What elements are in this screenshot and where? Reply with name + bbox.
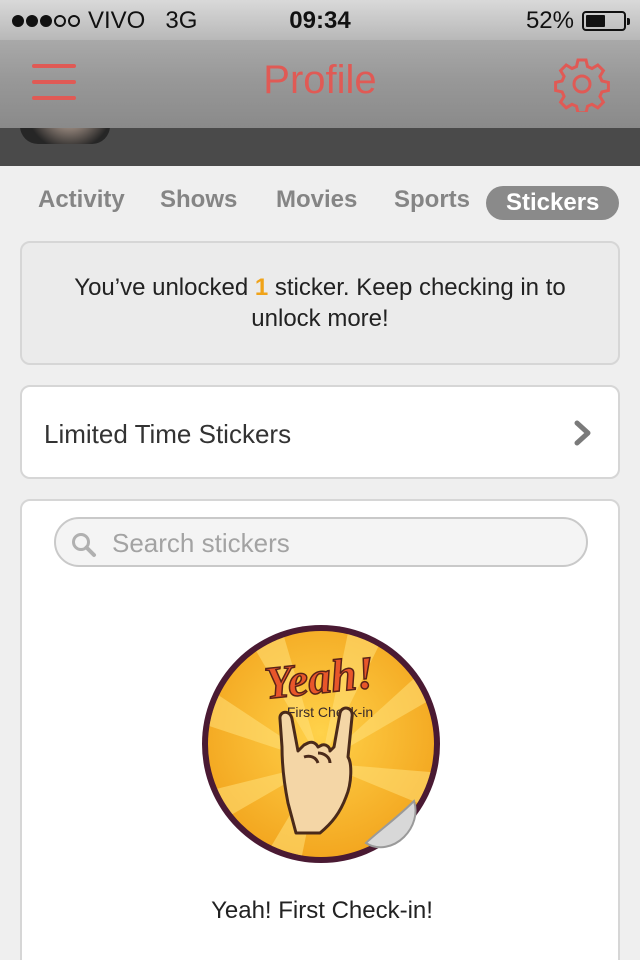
battery-fill [586,15,605,27]
unlock-message: You’ve unlocked 1 sticker. Keep checking… [58,272,582,334]
profile-tabs: Activity Shows Movies Sports Stickers [0,180,640,228]
search-input[interactable] [112,527,572,559]
limited-time-stickers-row[interactable]: Limited Time Stickers [20,385,620,479]
unlock-message-prefix: You’ve unlocked [74,274,255,301]
unlock-info-box: You’ve unlocked 1 sticker. Keep checking… [20,241,620,365]
page-title: Profile [263,58,377,102]
tab-stickers[interactable]: Stickers [486,186,620,220]
search-icon [72,533,96,557]
sticker-collection-panel: Yeah! First Check-in Yeah! First Check-i… [20,499,620,960]
battery-percent: 52% [525,7,574,34]
navigation-bar: Profile [0,40,640,128]
unlocked-count: 1 [254,274,269,301]
status-bar: VIVO 3G 09:34 52% [0,0,640,40]
battery-icon [582,11,630,31]
tab-shows[interactable]: Shows [160,186,237,214]
gear-icon[interactable] [554,56,610,112]
search-bar[interactable] [54,517,588,567]
tab-activity[interactable]: Activity [38,186,125,214]
sticker-badge-subtitle: First Check-in [287,704,373,720]
profile-header-strip [0,128,640,166]
chevron-right-icon [574,420,591,446]
tab-movies[interactable]: Movies [276,186,357,214]
tab-sports[interactable]: Sports [394,186,470,214]
limited-time-stickers-label: Limited Time Stickers [44,419,292,449]
status-right: 52% [525,7,630,35]
unlock-message-suffix: sticker. Keep checking in to unlock more… [251,274,566,332]
first-check-in-sticker[interactable]: Yeah! First Check-in [200,623,442,865]
sticker-caption: Yeah! First Check-in! [211,897,433,924]
avatar[interactable] [20,128,110,144]
